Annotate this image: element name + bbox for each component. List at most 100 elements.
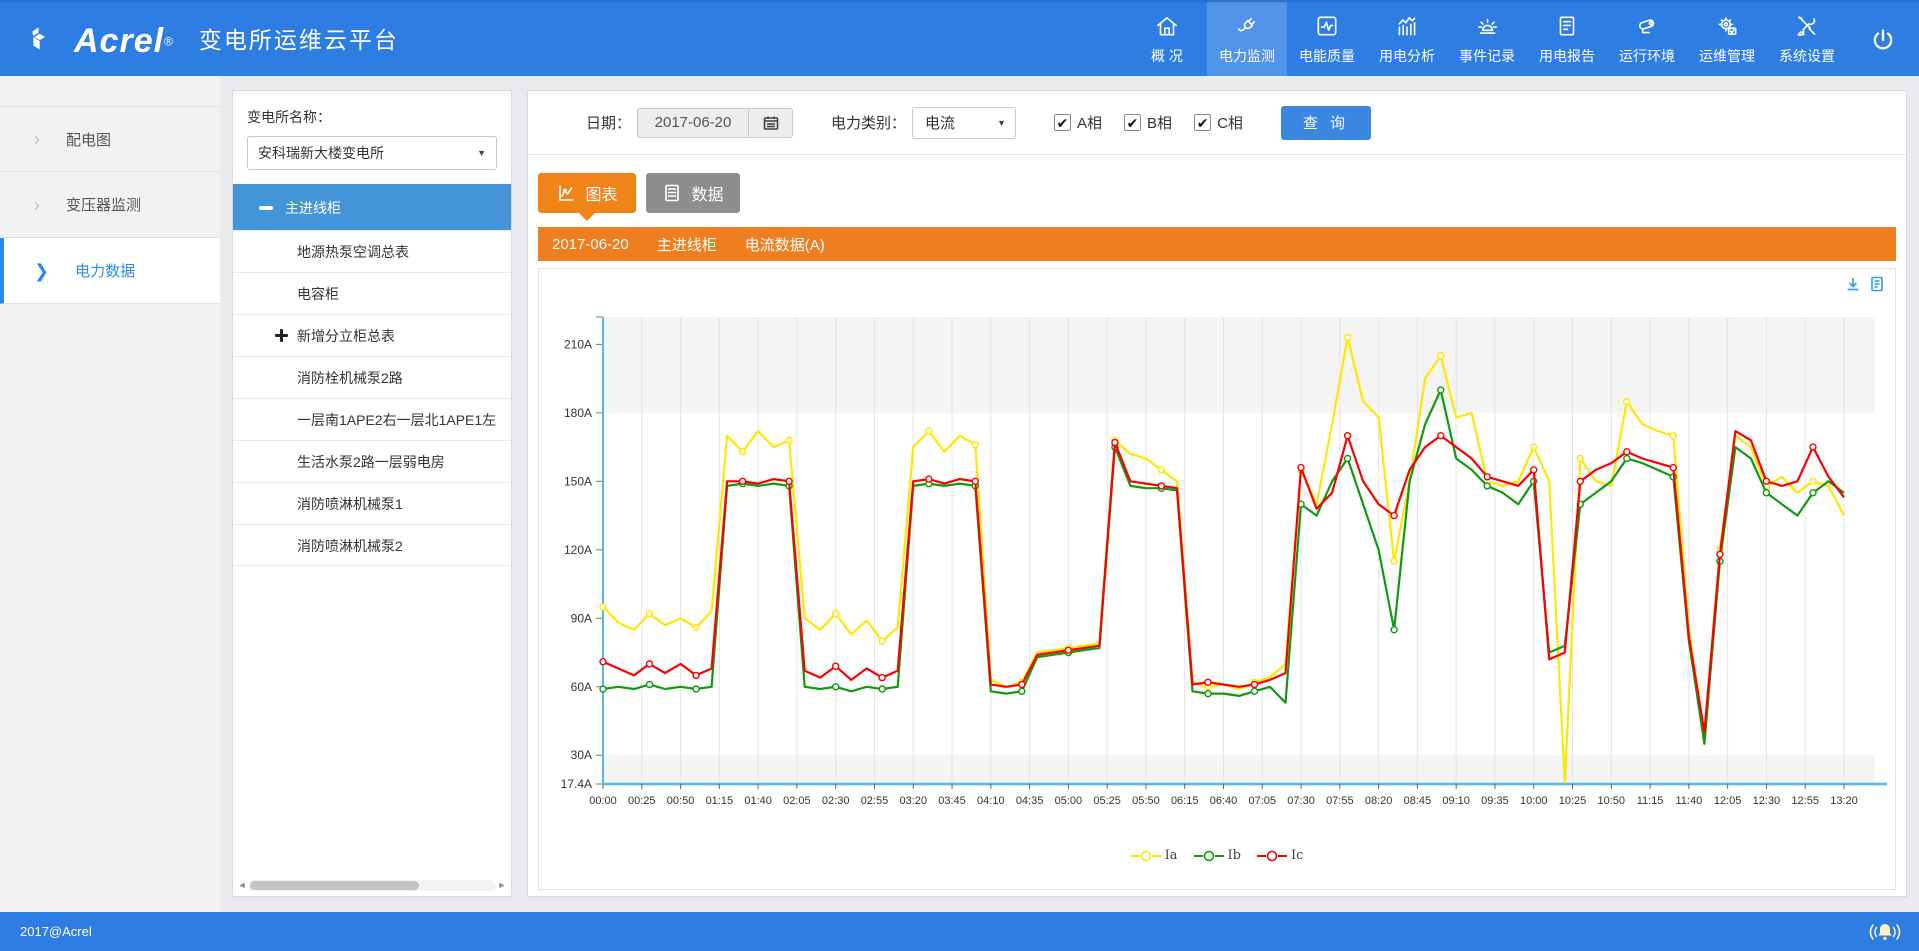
nav-item-environment[interactable]: 运行环境 [1607, 2, 1687, 78]
tree-item[interactable]: 生活水泵2路一层弱电房 [233, 440, 511, 482]
chevron-right-icon: › [34, 130, 40, 148]
chevron-right-icon: ❯ [34, 262, 49, 280]
top-nav: 概 况 电力监测 电能质量 用电分析 事件记录 用电报告 运行环境 运维管理 [1127, 2, 1847, 78]
legend-marker-icon [1131, 850, 1161, 862]
svg-text:07:30: 07:30 [1287, 795, 1315, 807]
tab-chart[interactable]: 图表 [538, 173, 636, 213]
logo-registered-mark: ® [164, 35, 173, 49]
svg-text:17.4A: 17.4A [561, 777, 592, 791]
scroll-left-arrow-icon[interactable]: ◄ [236, 880, 248, 890]
caret-down-icon: ▼ [997, 118, 1006, 128]
legend-item-Ia[interactable]: Ia [1131, 848, 1178, 863]
tree-item-expandable[interactable]: 新增分立柜总表 [233, 314, 511, 356]
date-label: 日期： [586, 112, 631, 133]
download-icon[interactable] [1845, 276, 1861, 292]
sidebar-item-transformer-monitoring[interactable]: › 变压器监测 [0, 172, 220, 238]
tree-item[interactable]: 地源热泵空调总表 [233, 230, 511, 272]
export-report-icon[interactable] [1869, 276, 1885, 292]
checkbox-checked-icon[interactable]: ✔ [1054, 114, 1071, 131]
date-input[interactable]: 2017-06-20 [637, 108, 749, 138]
tree-item[interactable]: 消防栓机械泵2路 [233, 356, 511, 398]
tree-item[interactable]: 一层南1APE2右一层北1APE1左 [233, 398, 511, 440]
nav-item-overview[interactable]: 概 况 [1127, 2, 1207, 78]
nav-item-event-log[interactable]: 事件记录 [1447, 2, 1527, 78]
chevron-right-icon: › [34, 196, 40, 214]
current-line-chart[interactable]: 17.4A30A60A90A120A150A180A210A00:0000:25… [539, 291, 1895, 836]
legend-label: Ib [1228, 848, 1241, 863]
horizontal-scrollbar[interactable]: ◄ ► [236, 878, 508, 892]
svg-text:150A: 150A [564, 474, 592, 488]
checkbox-checked-icon[interactable]: ✔ [1124, 114, 1141, 131]
expand-plus-icon[interactable] [275, 329, 288, 342]
svg-text:10:50: 10:50 [1598, 795, 1626, 807]
sidebar-item-distribution-diagram[interactable]: › 配电图 [0, 106, 220, 172]
svg-text:04:35: 04:35 [1016, 795, 1044, 807]
nav-item-settings[interactable]: 系统设置 [1767, 2, 1847, 78]
svg-text:11:15: 11:15 [1637, 795, 1664, 807]
view-tabs: 图表 数据 [538, 173, 1906, 213]
checkbox-checked-icon[interactable]: ✔ [1194, 114, 1211, 131]
query-button[interactable]: 查 询 [1281, 106, 1371, 140]
main-content: 日期： 2017-06-20 电力类别： 电流 ▼ ✔ A相 ✔ B相 ✔ C相… [527, 90, 1907, 897]
scrollbar-track[interactable] [248, 880, 496, 891]
svg-text:07:05: 07:05 [1249, 795, 1277, 807]
svg-text:03:45: 03:45 [938, 795, 966, 807]
station-select[interactable]: 安科瑞新大楼变电所 ▼ [247, 136, 497, 170]
tree-item[interactable]: 消防喷淋机械泵2 [233, 524, 511, 566]
tree-item-main-incoming-cabinet[interactable]: 主进线柜 [233, 184, 511, 230]
logo-text: Acrel [74, 22, 164, 60]
tools-icon [1794, 13, 1820, 39]
svg-text:03:20: 03:20 [899, 795, 927, 807]
legend-label: Ic [1291, 848, 1303, 863]
svg-text:10:25: 10:25 [1559, 795, 1587, 807]
data-table-icon [662, 183, 682, 203]
phase-b-checkbox-group[interactable]: ✔ B相 [1124, 112, 1172, 133]
tree-item[interactable]: 消防喷淋机械泵1 [233, 482, 511, 524]
svg-text:12:55: 12:55 [1791, 795, 1819, 807]
phase-a-checkbox-group[interactable]: ✔ A相 [1054, 112, 1102, 133]
svg-text:06:40: 06:40 [1210, 795, 1238, 807]
collapse-minus-icon[interactable] [259, 206, 273, 210]
sidebar: › 配电图 › 变压器监测 ❯ 电力数据 [0, 76, 220, 912]
tree-item[interactable]: 电容柜 [233, 272, 511, 314]
svg-text:13:20: 13:20 [1830, 795, 1858, 807]
nav-item-power-quality[interactable]: 电能质量 [1287, 2, 1367, 78]
svg-text:12:30: 12:30 [1753, 795, 1781, 807]
page-title: 变电所运维云平台 [185, 21, 399, 58]
bell-icon [1869, 918, 1901, 946]
nav-item-consumption-analysis[interactable]: 用电分析 [1367, 2, 1447, 78]
legend-item-Ic[interactable]: Ic [1257, 848, 1303, 863]
home-icon [1154, 13, 1180, 39]
svg-text:09:35: 09:35 [1481, 795, 1509, 807]
nav-item-report[interactable]: 用电报告 [1527, 2, 1607, 78]
logout-power-button[interactable] [1847, 26, 1919, 54]
sidebar-item-power-data[interactable]: ❯ 电力数据 [0, 238, 220, 304]
legend-item-Ib[interactable]: Ib [1194, 848, 1241, 863]
power-type-select[interactable]: 电流 ▼ [912, 107, 1016, 139]
phase-c-checkbox-group[interactable]: ✔ C相 [1194, 112, 1243, 133]
svg-text:210A: 210A [564, 337, 592, 351]
nav-item-power-monitoring[interactable]: 电力监测 [1207, 2, 1287, 78]
station-select-value: 安科瑞新大楼变电所 [258, 143, 384, 163]
plug-icon [1234, 13, 1260, 39]
svg-text:02:55: 02:55 [861, 795, 889, 807]
svg-text:00:25: 00:25 [628, 795, 656, 807]
svg-text:30A: 30A [571, 748, 592, 762]
active-tab-pointer [579, 213, 595, 221]
tab-data[interactable]: 数据 [646, 173, 740, 213]
chart-legend: Ia Ib Ic [539, 848, 1895, 863]
scroll-right-arrow-icon[interactable]: ► [496, 880, 508, 890]
sidebar-item-label: 变压器监测 [66, 194, 141, 215]
notification-bell-button[interactable] [1869, 918, 1901, 946]
device-tree-panel: 变电所名称： 安科瑞新大楼变电所 ▼ 主进线柜 地源热泵空调总表 电容柜 新增分… [232, 90, 512, 897]
caret-down-icon: ▼ [477, 148, 486, 158]
svg-text:05:25: 05:25 [1093, 795, 1121, 807]
svg-text:00:50: 00:50 [667, 795, 695, 807]
acrel-logo-icon [28, 22, 62, 56]
svg-text:60A: 60A [571, 680, 592, 694]
calendar-icon [763, 115, 779, 131]
calendar-button[interactable] [749, 108, 793, 138]
scrollbar-thumb[interactable] [250, 881, 419, 890]
gear-icon [1714, 13, 1740, 39]
nav-item-maintenance[interactable]: 运维管理 [1687, 2, 1767, 78]
